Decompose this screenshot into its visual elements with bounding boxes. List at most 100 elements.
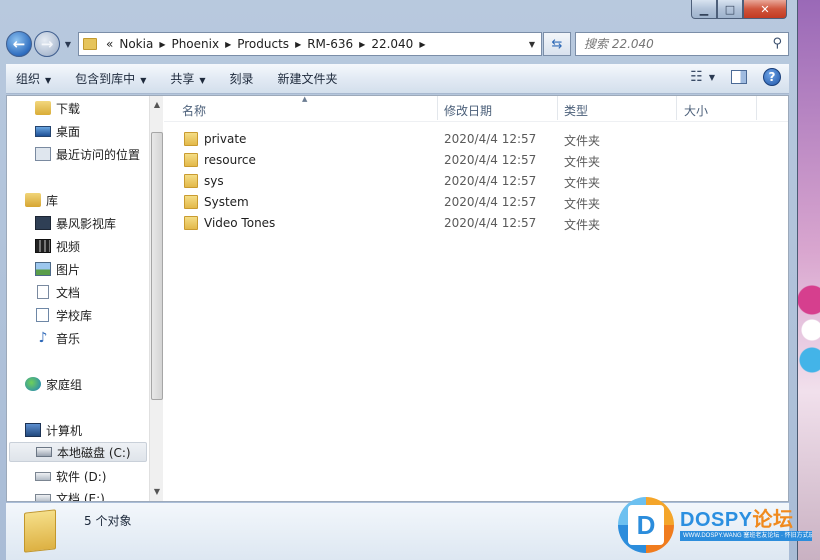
brand-text: DOSPY: [680, 509, 753, 531]
nav-item-video-library[interactable]: 暴风影视库: [35, 213, 116, 233]
search-input[interactable]: [584, 37, 784, 51]
nav-item-drive-d[interactable]: 软件 (D:): [35, 466, 106, 486]
column-modified[interactable]: 修改日期: [444, 102, 492, 119]
scroll-up-icon[interactable]: ▲: [150, 98, 164, 112]
nav-item-label: 家庭组: [46, 377, 83, 392]
include-in-library-menu[interactable]: 包含到库中 ▼: [75, 70, 146, 87]
breadcrumb-overflow[interactable]: «: [103, 37, 116, 51]
nav-item-libraries[interactable]: 库: [25, 190, 58, 210]
breadcrumb-separator-icon[interactable]: ▶: [222, 40, 234, 49]
video-library-icon: [35, 216, 51, 230]
nav-item-computer[interactable]: 计算机: [25, 420, 82, 440]
folder-icon: [83, 38, 97, 50]
navigation-scrollbar[interactable]: ▲ ▼: [149, 96, 163, 501]
nav-item-homegroup[interactable]: 家庭组: [25, 374, 82, 394]
file-row[interactable]: private 2020/4/4 12:57 文件夹: [164, 129, 788, 150]
breadcrumb-separator-icon[interactable]: ▶: [156, 40, 168, 49]
file-row[interactable]: resource 2020/4/4 12:57 文件夹: [164, 150, 788, 171]
school-library-icon: [36, 308, 49, 322]
nav-item-label: 音乐: [56, 331, 81, 346]
view-controls: ☷ ▼ ?: [690, 68, 781, 86]
file-row[interactable]: System 2020/4/4 12:57 文件夹: [164, 192, 788, 213]
folder-icon: [184, 216, 198, 230]
column-divider[interactable]: [676, 96, 677, 120]
file-type: 文件夹: [564, 197, 601, 211]
file-row[interactable]: Video Tones 2020/4/4 12:57 文件夹: [164, 213, 788, 234]
help-icon[interactable]: ?: [763, 68, 781, 86]
file-modified: 2020/4/4 12:57: [444, 174, 537, 188]
nav-item-music[interactable]: ♪ 音乐: [35, 328, 80, 348]
nav-item-videos[interactable]: 视频: [35, 236, 80, 256]
chevron-down-icon: ▼: [45, 76, 52, 85]
file-type: 文件夹: [564, 155, 601, 169]
refresh-button[interactable]: ⇆: [543, 32, 571, 56]
column-divider[interactable]: [557, 96, 558, 120]
nav-item-label: 计算机: [46, 423, 83, 438]
breadcrumb-nokia[interactable]: Nokia: [116, 37, 156, 51]
include-in-library-label: 包含到库中: [75, 72, 136, 86]
view-options-icon[interactable]: ☷: [690, 69, 703, 85]
back-button[interactable]: ←: [6, 31, 32, 57]
new-folder-button[interactable]: 新建文件夹: [278, 70, 338, 87]
scrollbar-thumb[interactable]: [151, 132, 163, 400]
nav-item-label: 下载: [56, 101, 81, 116]
nav-item-label: 视频: [56, 239, 81, 254]
nav-item-drive-e[interactable]: 文档 (E:): [35, 488, 105, 501]
recent-pages-dropdown[interactable]: ▼: [62, 40, 74, 49]
folder-icon: [24, 509, 56, 553]
column-divider[interactable]: [756, 96, 757, 120]
burn-button[interactable]: 刻录: [230, 70, 254, 87]
nav-item-pictures[interactable]: 图片: [35, 259, 80, 279]
view-dropdown-icon[interactable]: ▼: [709, 73, 715, 82]
main-area: 下载 桌面 最近访问的位置 库 暴风影视库 视频 图片 文档 学校库 ♪ 音乐 家…: [6, 95, 789, 502]
breadcrumb-products[interactable]: Products: [234, 37, 292, 51]
search-icon[interactable]: ⚲: [772, 36, 782, 51]
file-name: private: [204, 132, 247, 146]
breadcrumb-rm-636[interactable]: RM-636: [304, 37, 356, 51]
logo-letter: D: [628, 505, 664, 545]
column-divider[interactable]: [437, 96, 438, 120]
command-bar: 组织 ▼ 包含到库中 ▼ 共享 ▼ 刻录 新建文件夹 ☷ ▼ ?: [6, 64, 789, 94]
file-type: 文件夹: [564, 218, 601, 232]
file-row[interactable]: sys 2020/4/4 12:57 文件夹: [164, 171, 788, 192]
nav-item-school-library[interactable]: 学校库: [35, 305, 92, 325]
organize-menu[interactable]: 组织 ▼: [16, 70, 51, 87]
file-name: System: [204, 195, 249, 209]
breadcrumb-phoenix[interactable]: Phoenix: [168, 37, 222, 51]
address-bar[interactable]: « Nokia ▶ Phoenix ▶ Products ▶ RM-636 ▶ …: [78, 32, 542, 56]
breadcrumb-separator-icon[interactable]: ▶: [416, 40, 428, 49]
nav-item-recent-places[interactable]: 最近访问的位置: [35, 144, 140, 164]
search-box[interactable]: ⚲: [575, 32, 789, 56]
nav-item-documents[interactable]: 文档: [35, 282, 80, 302]
nav-item-downloads[interactable]: 下载: [35, 98, 80, 118]
folder-icon: [184, 195, 198, 209]
forward-button[interactable]: →: [34, 31, 60, 57]
breadcrumb-separator-icon[interactable]: ▶: [356, 40, 368, 49]
breadcrumb-separator-icon[interactable]: ▶: [292, 40, 304, 49]
breadcrumb-22-040[interactable]: 22.040: [368, 37, 416, 51]
navigation-pane: 下载 桌面 最近访问的位置 库 暴风影视库 视频 图片 文档 学校库 ♪ 音乐 家…: [7, 96, 149, 501]
nav-item-desktop[interactable]: 桌面: [35, 121, 80, 141]
preview-pane-icon[interactable]: [731, 70, 747, 84]
nav-item-local-disk-c[interactable]: 本地磁盘 (C:): [9, 442, 147, 462]
nav-item-label: 图片: [56, 262, 81, 277]
address-history-dropdown-icon[interactable]: ▼: [529, 40, 535, 49]
column-size[interactable]: 大小: [684, 102, 708, 119]
nav-item-label: 暴风影视库: [56, 216, 117, 231]
column-name[interactable]: 名称: [182, 102, 206, 119]
file-modified: 2020/4/4 12:57: [444, 132, 537, 146]
music-icon: ♪: [38, 330, 48, 346]
minimize-button[interactable]: ▁: [691, 0, 717, 19]
recent-places-icon: [35, 147, 51, 161]
maximize-button[interactable]: □: [717, 0, 743, 19]
column-type[interactable]: 类型: [564, 102, 588, 119]
download-folder-icon: [35, 101, 51, 115]
scroll-down-icon[interactable]: ▼: [150, 485, 164, 499]
chevron-down-icon: ▼: [140, 76, 147, 85]
close-button[interactable]: ✕: [743, 0, 787, 19]
nav-item-label: 最近访问的位置: [56, 147, 141, 162]
file-type: 文件夹: [564, 134, 601, 148]
share-menu[interactable]: 共享 ▼: [170, 70, 205, 87]
chevron-down-icon: ▼: [64, 39, 72, 49]
nav-item-label: 文档 (E:): [56, 491, 105, 502]
